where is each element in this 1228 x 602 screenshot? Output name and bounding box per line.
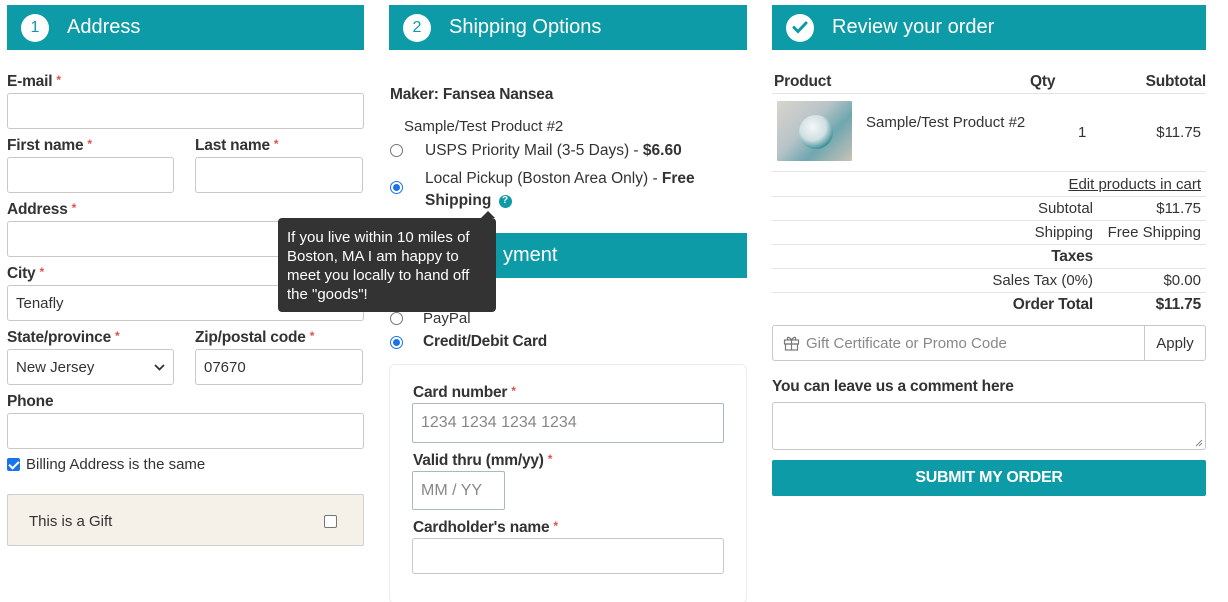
state-label: State/province * <box>7 329 120 346</box>
col-subtotal-header: Subtotal <box>1145 73 1207 90</box>
taxes-label: Taxes <box>1051 248 1093 265</box>
divider <box>772 244 1206 245</box>
ornament-image <box>799 115 833 149</box>
gift-checkbox[interactable] <box>324 515 337 528</box>
card-number-field[interactable]: 1234 1234 1234 1234 <box>412 403 724 443</box>
shipping-tooltip: If you live within 10 miles of Boston, M… <box>278 211 496 312</box>
zip-field[interactable]: 07670 <box>195 349 363 385</box>
gift-label: This is a Gift <box>29 513 113 530</box>
col-product-header: Product <box>774 73 832 90</box>
email-field[interactable] <box>7 93 364 129</box>
first-name-label: First name * <box>7 137 92 154</box>
gift-box[interactable]: This is a Gift <box>7 494 364 546</box>
divider <box>772 268 1206 269</box>
apply-button[interactable]: Apply <box>1144 325 1206 361</box>
shipping-label: Shipping <box>1034 224 1093 241</box>
comment-textarea[interactable] <box>772 402 1206 450</box>
phone-label: Phone <box>7 393 54 410</box>
divider <box>772 196 1206 197</box>
edit-products-link[interactable]: Edit products in cart <box>1068 176 1201 193</box>
card-number-label: Card number * <box>413 384 516 401</box>
address-title: Address <box>67 16 141 38</box>
help-icon[interactable]: ? <box>498 194 512 208</box>
product-thumbnail[interactable] <box>777 101 852 161</box>
phone-field[interactable] <box>7 413 364 449</box>
subtotal-value: $11.75 <box>1156 200 1201 217</box>
shipping-header: 2 Shipping Options <box>389 5 747 50</box>
review-item-subtotal: $11.75 <box>1156 124 1201 141</box>
step-1-icon: 1 <box>21 13 49 42</box>
step-2-icon: 2 <box>403 13 431 42</box>
maker-name: Maker: Fansea Nansea <box>390 86 554 103</box>
promo-code-field[interactable]: Gift Certificate or Promo Code <box>772 325 1145 361</box>
sales-tax-value: $0.00 <box>1163 272 1201 289</box>
card-form: Card number * 1234 1234 1234 1234 Valid t… <box>389 364 747 602</box>
divider <box>772 292 1206 293</box>
state-select[interactable]: New Jersey <box>7 349 174 385</box>
shipping-product-name: Sample/Test Product #2 <box>404 118 564 135</box>
cardholder-field[interactable] <box>412 538 724 574</box>
order-total-value: $11.75 <box>1155 296 1202 313</box>
cardholder-label: Cardholder's name * <box>413 519 558 536</box>
valid-thru-label: Valid thru (mm/yy) * <box>413 452 553 469</box>
chevron-down-icon <box>154 363 165 371</box>
review-item-qty: 1 <box>1078 124 1087 141</box>
payment-card-radio[interactable] <box>390 336 403 349</box>
divider <box>772 171 1206 172</box>
payment-card-label[interactable]: Credit/Debit Card <box>423 333 547 351</box>
review-header: Review your order <box>772 5 1206 50</box>
shipping-option-pickup-radio[interactable] <box>390 181 403 194</box>
billing-same-checkbox[interactable] <box>7 458 20 471</box>
payment-paypal-radio[interactable] <box>390 312 403 325</box>
comment-label: You can leave us a comment here <box>772 378 1014 395</box>
divider <box>772 93 1206 94</box>
tooltip-arrow <box>481 211 495 218</box>
shipping-title: Shipping Options <box>449 16 602 38</box>
first-name-field[interactable] <box>7 157 174 193</box>
resize-handle-icon[interactable] <box>1195 439 1203 447</box>
gift-icon <box>783 336 800 351</box>
valid-thru-field[interactable]: MM / YY <box>412 471 505 510</box>
address-label: Address * <box>7 201 77 218</box>
subtotal-label: Subtotal <box>1037 200 1093 217</box>
review-item-name[interactable]: Sample/Test Product #2 <box>866 114 1025 131</box>
shipping-option-pickup-label[interactable]: Local Pickup (Boston Area Only) - Free S… <box>425 168 725 212</box>
billing-same-label: Billing Address is the same <box>26 456 206 473</box>
address-header: 1 Address <box>7 5 364 50</box>
shipping-option-usps-label[interactable]: USPS Priority Mail (3-5 Days) - $6.60 <box>425 142 682 160</box>
city-label: City * <box>7 265 44 282</box>
last-name-label: Last name * <box>195 137 279 154</box>
payment-paypal-label[interactable]: PayPal <box>423 310 471 327</box>
last-name-field[interactable] <box>195 157 363 193</box>
shipping-value: Free Shipping <box>1107 224 1201 241</box>
review-title: Review your order <box>832 16 995 38</box>
check-icon <box>786 13 814 42</box>
shipping-option-usps-radio[interactable] <box>390 144 403 157</box>
sales-tax-label: Sales Tax (0%) <box>992 272 1093 289</box>
order-total-label: Order Total <box>1012 296 1093 313</box>
col-qty-header: Qty <box>1030 73 1056 90</box>
zip-label: Zip/postal code * <box>195 329 315 346</box>
payment-title: yment <box>503 244 558 266</box>
email-label: E-mail * <box>7 73 61 90</box>
submit-order-button[interactable]: SUBMIT MY ORDER <box>772 460 1206 496</box>
divider <box>772 220 1206 221</box>
review-section: Review your order Product Qty Subtotal S… <box>772 5 1206 595</box>
